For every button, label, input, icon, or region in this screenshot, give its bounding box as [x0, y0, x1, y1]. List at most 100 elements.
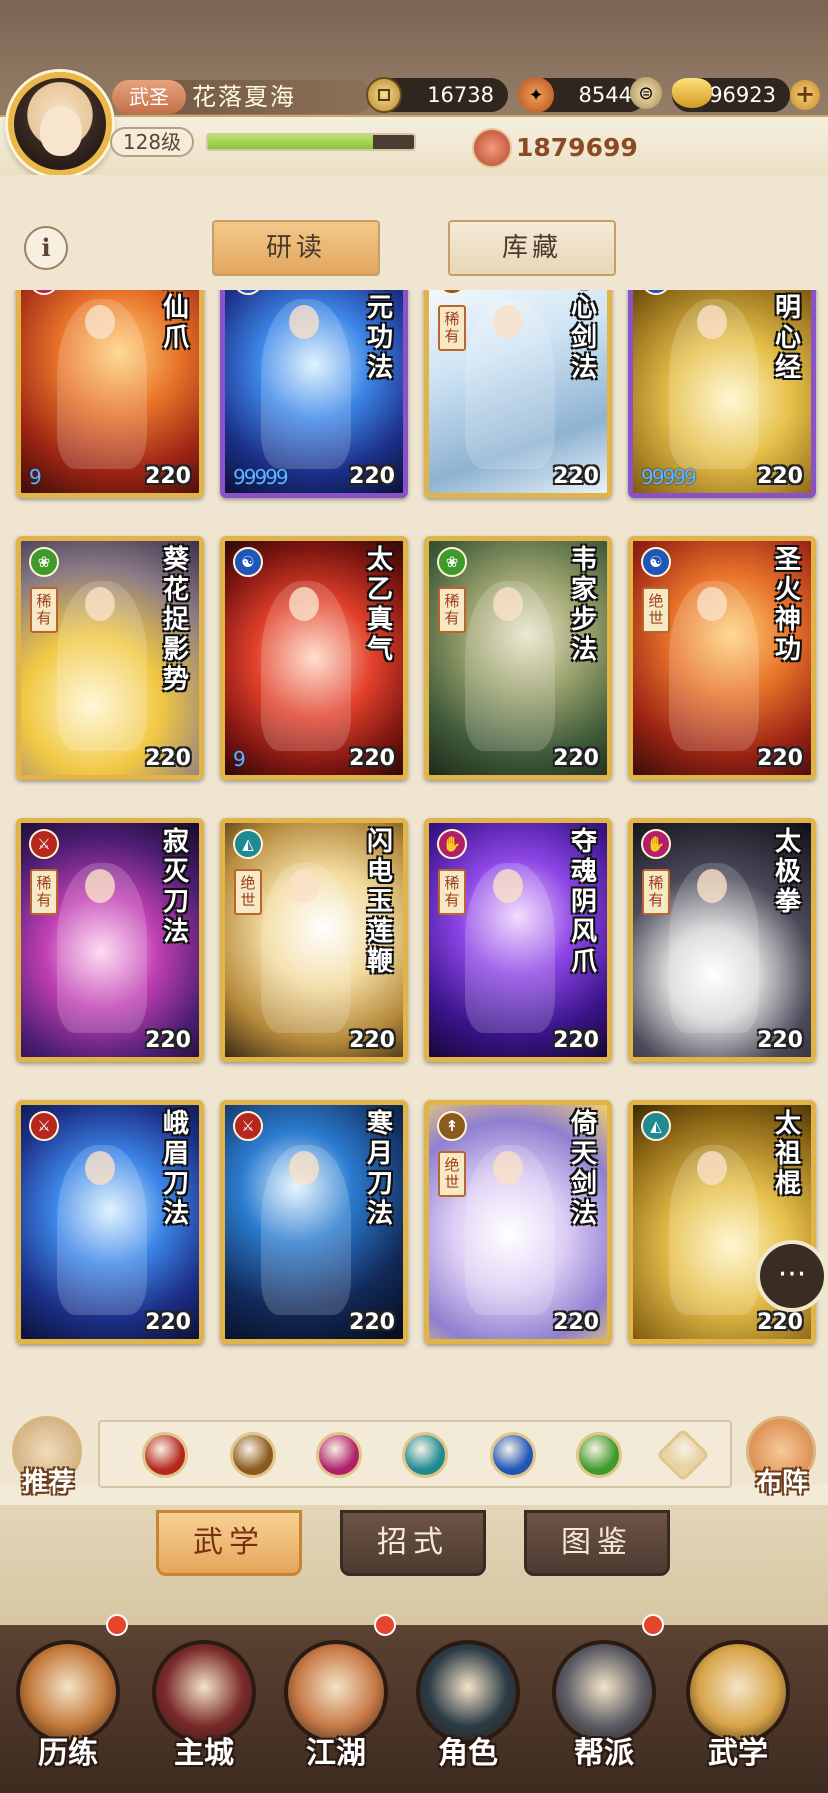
- taiji-school-icon: ☯: [233, 547, 263, 577]
- card-level: 220: [145, 464, 191, 489]
- blade-icon[interactable]: [142, 1432, 188, 1478]
- skill-card[interactable]: ☯ 太乙真气 9 220: [220, 536, 408, 780]
- card-name: 葵花捉影势: [162, 545, 189, 695]
- tab-codex[interactable]: 图鉴: [524, 1510, 670, 1576]
- card-upgrade-marks: 9: [29, 465, 42, 489]
- fist-icon[interactable]: [316, 1432, 362, 1478]
- card-rarity: 稀有: [30, 869, 58, 915]
- skill-card[interactable]: ❀ 稀有 葵花捉影势 220: [16, 536, 204, 780]
- skill-card[interactable]: ✋ 稀有 太极拳 220: [628, 818, 816, 1062]
- notification-badge: [374, 1614, 396, 1636]
- card-level: 220: [349, 1028, 395, 1053]
- skill-card-grid: ✋灭仙爪9220☯混元功法99999220↟稀有冰心剑法220☯玉明心经9999…: [0, 290, 828, 1398]
- rank-badge: 武圣: [112, 80, 186, 114]
- card-name: 倚天剑法: [570, 1109, 597, 1229]
- sword-icon[interactable]: [230, 1432, 276, 1478]
- card-character: [261, 299, 351, 469]
- skill-card[interactable]: ⚔ 峨眉刀法 220: [16, 1100, 204, 1344]
- ingot-badge-icon: ⊜: [630, 77, 662, 109]
- taiji-icon[interactable]: [490, 1432, 536, 1478]
- nav-label[interactable]: 角色: [413, 1728, 523, 1772]
- card-rarity: 稀有: [438, 305, 466, 351]
- card-level: 220: [145, 746, 191, 771]
- nav-label[interactable]: 武学: [683, 1728, 793, 1772]
- recharge-plus-button[interactable]: +: [790, 80, 820, 110]
- card-rarity: 稀有: [30, 587, 58, 633]
- card-level: 220: [553, 1028, 599, 1053]
- card-character: [465, 863, 555, 1033]
- skill-card[interactable]: ◭ 绝世 闪电玉莲鞭 220: [220, 818, 408, 1062]
- card-rarity: 稀有: [438, 869, 466, 915]
- card-name: 玉明心经: [774, 290, 801, 383]
- notification-badge: [106, 1614, 128, 1636]
- notification-badge: [642, 1614, 664, 1636]
- tab-moves[interactable]: 招式: [340, 1510, 486, 1576]
- card-character: [57, 863, 147, 1033]
- skill-card[interactable]: ↟稀有冰心剑法220: [424, 290, 612, 498]
- card-name: 太极拳: [774, 827, 801, 917]
- leaf-school-icon: ❀: [29, 547, 59, 577]
- card-level: 220: [349, 1310, 395, 1335]
- skill-card[interactable]: ❀ 稀有 韦家步法 220: [424, 536, 612, 780]
- gold-ingot-icon: [672, 78, 712, 108]
- card-name: 灭仙爪: [162, 290, 189, 353]
- skill-card[interactable]: ✋灭仙爪9220: [16, 290, 204, 498]
- card-level: 220: [757, 1310, 803, 1335]
- formation-label[interactable]: 布阵: [742, 1462, 822, 1499]
- card-character: [465, 581, 555, 751]
- card-name: 夺魂阴风爪: [570, 827, 597, 977]
- card-name: 太乙真气: [366, 545, 393, 665]
- skill-card[interactable]: ↟ 绝世 倚天剑法 220: [424, 1100, 612, 1344]
- card-name: 峨眉刀法: [162, 1109, 189, 1229]
- nav-label[interactable]: 江湖: [281, 1728, 391, 1772]
- maple-leaf-icon: ✦: [518, 77, 554, 113]
- skill-card[interactable]: ✋ 稀有 夺魂阴风爪 220: [424, 818, 612, 1062]
- card-name: 混元功法: [366, 290, 393, 383]
- blade-school-icon: ⚔: [29, 829, 59, 859]
- card-level: 220: [349, 464, 395, 489]
- card-rarity: 稀有: [642, 869, 670, 915]
- card-character: [669, 299, 759, 469]
- fan-icon[interactable]: [402, 1432, 448, 1478]
- recommend-label[interactable]: 推荐: [8, 1462, 88, 1499]
- taiji-school-icon: ☯: [641, 547, 671, 577]
- card-level: 220: [757, 1028, 803, 1053]
- card-level: 220: [553, 1310, 599, 1335]
- card-level: 220: [757, 464, 803, 489]
- skill-card[interactable]: ⚔ 稀有 寂灭刀法 220: [16, 818, 204, 1062]
- info-button[interactable]: i: [24, 226, 68, 270]
- card-character: [57, 581, 147, 751]
- nav-label[interactable]: 主城: [149, 1728, 259, 1772]
- chat-bubble-icon[interactable]: ···: [756, 1240, 828, 1312]
- card-level: 220: [553, 464, 599, 489]
- card-character: [57, 1145, 147, 1315]
- tab-study[interactable]: 研读: [212, 220, 380, 276]
- leaf-icon[interactable]: [576, 1432, 622, 1478]
- fist-school-icon: ✋: [641, 829, 671, 859]
- card-name: 寂灭刀法: [162, 827, 189, 947]
- nav-label[interactable]: 历练: [13, 1728, 123, 1772]
- card-rarity: 稀有: [438, 587, 466, 633]
- card-name: 寒月刀法: [366, 1109, 393, 1229]
- card-rarity: 绝世: [642, 587, 670, 633]
- card-level: 220: [757, 746, 803, 771]
- card-character: [261, 1145, 351, 1315]
- tab-collection[interactable]: 库藏: [448, 220, 616, 276]
- player-avatar[interactable]: [8, 72, 112, 176]
- skill-card[interactable]: ☯混元功法99999220: [220, 290, 408, 498]
- card-upgrade-marks: 9: [233, 747, 246, 771]
- player-level: 128级: [110, 127, 194, 157]
- exp-bar: [206, 133, 416, 151]
- fist-school-icon: ✋: [437, 829, 467, 859]
- skill-card[interactable]: ⚔ 寒月刀法 220: [220, 1100, 408, 1344]
- card-name: 圣火神功: [774, 545, 801, 665]
- card-name: 韦家步法: [570, 545, 597, 665]
- leaves-value: 8544: [578, 83, 632, 107]
- combat-power-icon: [472, 128, 512, 168]
- nav-label[interactable]: 帮派: [549, 1728, 659, 1772]
- skill-card[interactable]: ☯玉明心经99999220: [628, 290, 816, 498]
- card-name: 太祖棍: [774, 1109, 801, 1199]
- card-name: 闪电玉莲鞭: [366, 827, 393, 977]
- tab-martial-arts[interactable]: 武学: [156, 1510, 302, 1576]
- skill-card[interactable]: ☯ 绝世 圣火神功 220: [628, 536, 816, 780]
